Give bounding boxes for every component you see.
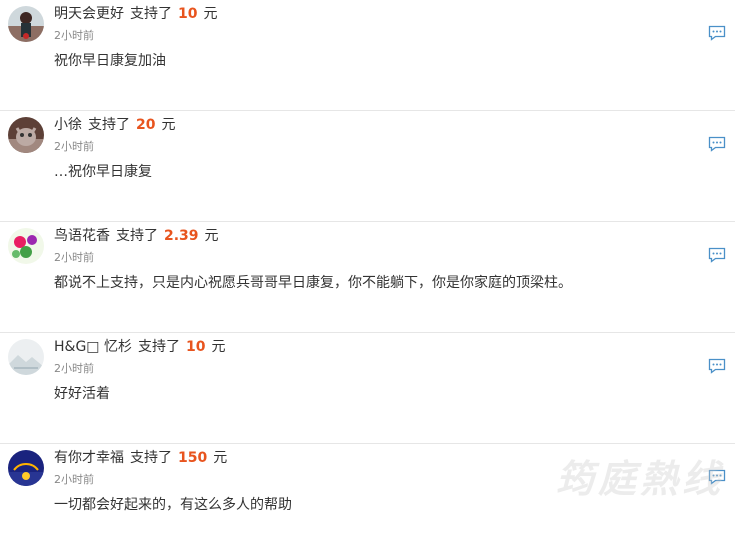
comment-bubble-icon[interactable] — [708, 136, 726, 152]
avatar[interactable] — [8, 117, 44, 153]
donation-message: 都说不上支持，只是内心祝愿兵哥哥早日康复，你不能躺下，你是你家庭的顶梁柱。 — [54, 275, 572, 291]
donation-amount: 10 — [185, 339, 206, 355]
entry-header: 明天会更好 支持了 10 元 — [54, 5, 217, 23]
currency-unit: 元 — [203, 6, 218, 22]
donor-name[interactable]: H&G□ 忆杉 — [54, 339, 132, 355]
donation-amount: 20 — [136, 117, 156, 133]
donor-name[interactable]: 鸟语花香 — [54, 228, 110, 244]
donation-message: 祝你早日康复加油 — [54, 53, 166, 69]
donation-entry: 有你才幸福 支持了 150 元 2小时前 一切都会好起来的，有这么多人的帮助 — [0, 444, 735, 555]
timestamp: 2小时前 — [54, 473, 94, 486]
donation-feed: 明天会更好 支持了 10 元 2小时前 祝你早日康复加油 小徐 支持了 20 元 2小时前 … — [0, 0, 735, 555]
timestamp: 2小时前 — [54, 362, 94, 375]
donation-entry: 小徐 支持了 20 元 2小时前 …祝你早日康复 — [0, 111, 735, 222]
currency-unit: 元 — [213, 450, 228, 466]
donation-amount: 2.39 — [164, 228, 199, 244]
timestamp: 2小时前 — [54, 29, 94, 42]
donation-message: …祝你早日康复 — [54, 164, 152, 180]
donation-amount: 150 — [178, 450, 208, 466]
donation-amount: 10 — [178, 6, 198, 22]
currency-unit: 元 — [204, 228, 219, 244]
donation-message: 一切都会好起来的，有这么多人的帮助 — [54, 497, 292, 513]
avatar[interactable] — [8, 339, 44, 375]
avatar[interactable] — [8, 228, 44, 264]
timestamp: 2小时前 — [54, 251, 94, 264]
donor-name[interactable]: 明天会更好 — [54, 6, 124, 22]
comment-bubble-icon[interactable] — [708, 25, 726, 41]
currency-unit: 元 — [161, 117, 176, 133]
support-verb: 支持了 — [130, 6, 172, 22]
support-verb: 支持了 — [88, 117, 130, 133]
donation-entry: 鸟语花香 支持了 2.39 元 2小时前 都说不上支持，只是内心祝愿兵哥哥早日康复，你… — [0, 222, 735, 333]
donation-entry: H&G□ 忆杉 支持了 10 元 2小时前 好好活着 — [0, 333, 735, 444]
avatar[interactable] — [8, 450, 44, 486]
avatar[interactable] — [8, 6, 44, 42]
currency-unit: 元 — [211, 339, 226, 355]
comment-bubble-icon[interactable] — [708, 358, 726, 374]
entry-header: 有你才幸福 支持了 150 元 — [54, 449, 227, 467]
entry-header: H&G□ 忆杉 支持了 10 元 — [54, 338, 225, 356]
donation-message: 好好活着 — [54, 386, 110, 402]
support-verb: 支持了 — [137, 339, 180, 355]
donor-name[interactable]: 小徐 — [54, 117, 82, 133]
timestamp: 2小时前 — [54, 140, 94, 153]
entry-header: 鸟语花香 支持了 2.39 元 — [54, 227, 219, 245]
support-verb: 支持了 — [130, 450, 172, 466]
donor-name[interactable]: 有你才幸福 — [54, 450, 124, 466]
comment-bubble-icon[interactable] — [708, 247, 726, 263]
support-verb: 支持了 — [116, 228, 158, 244]
entry-header: 小徐 支持了 20 元 — [54, 116, 175, 134]
donation-entry: 明天会更好 支持了 10 元 2小时前 祝你早日康复加油 — [0, 0, 735, 111]
comment-bubble-icon[interactable] — [708, 469, 726, 485]
